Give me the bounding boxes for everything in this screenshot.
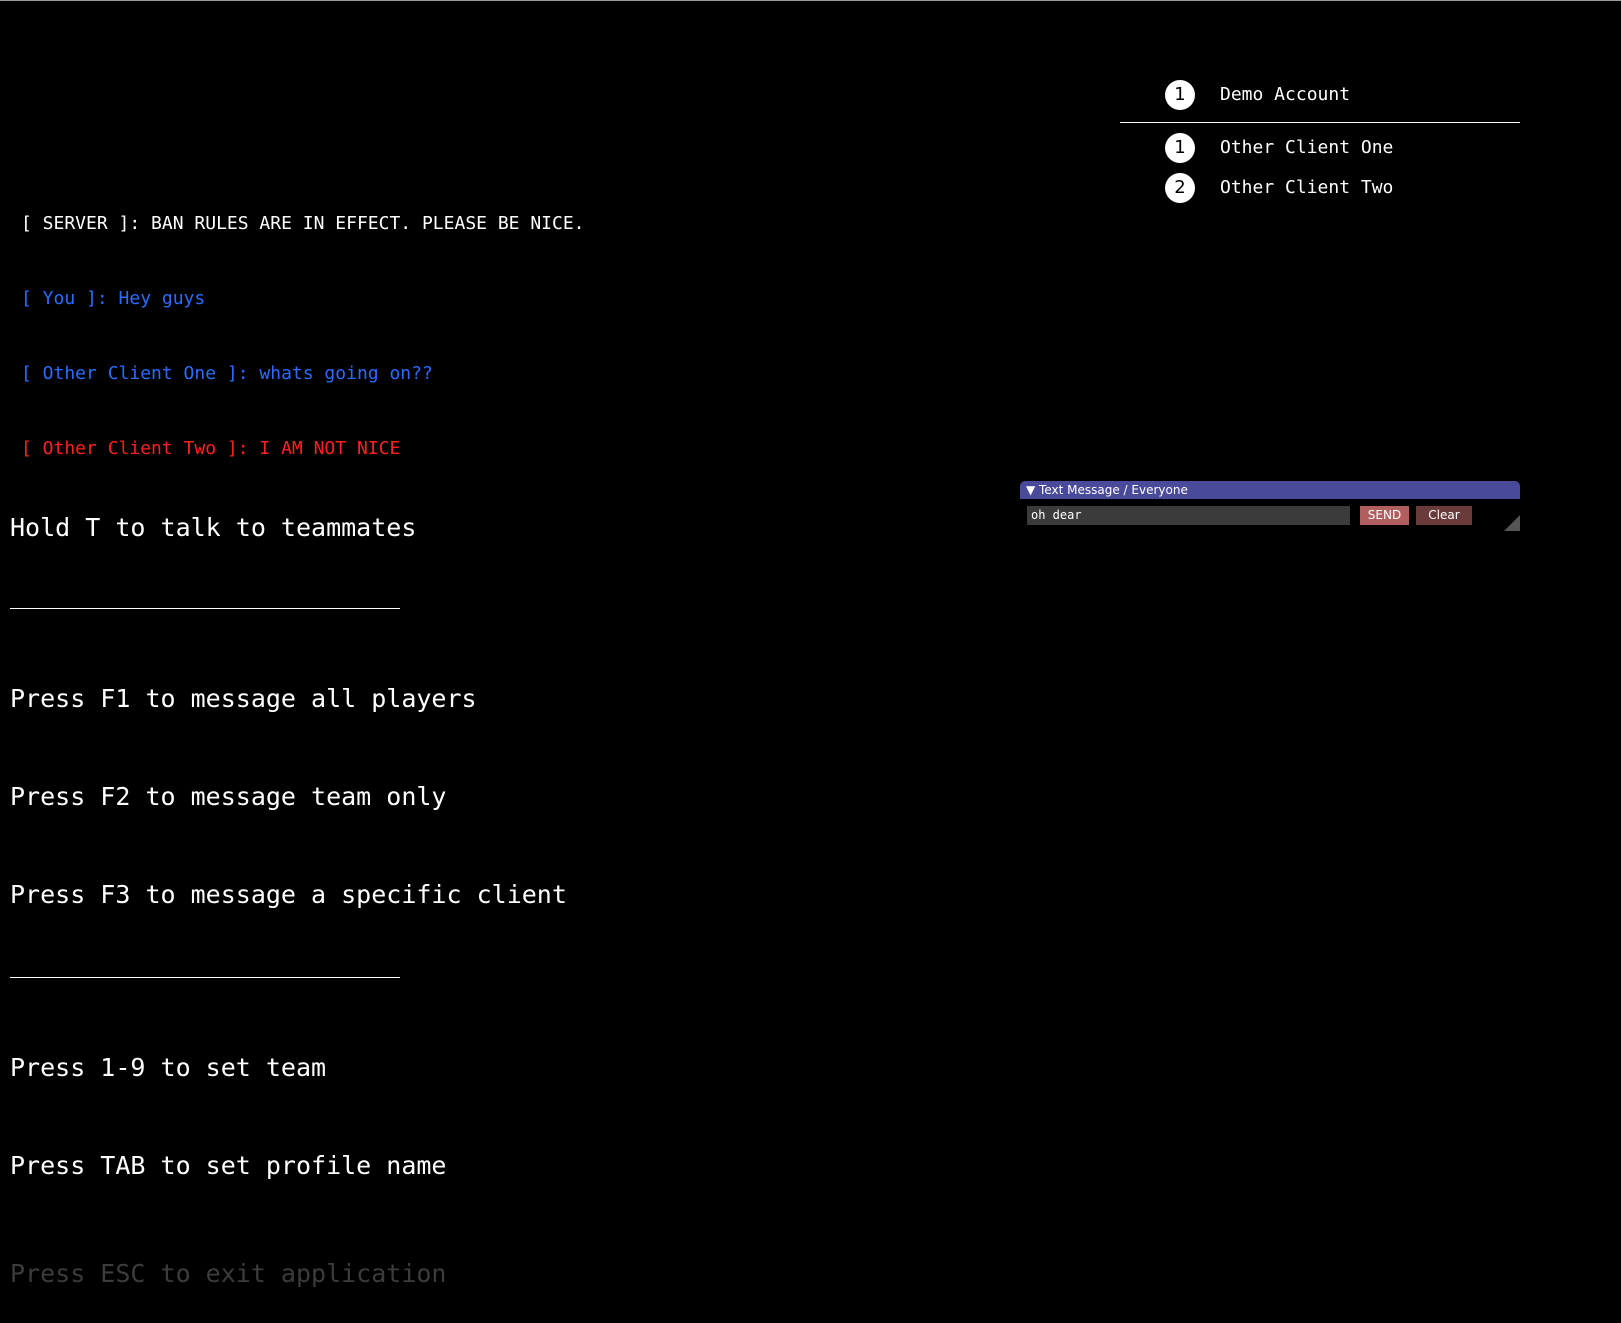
help-f2: Press F2 to message team only — [10, 782, 447, 811]
player-row: 2 Other Client Two — [1120, 173, 1520, 213]
help-divider — [10, 608, 400, 609]
message-input[interactable] — [1027, 506, 1350, 525]
team-badge: 1 — [1165, 133, 1195, 163]
player-name: Demo Account — [1220, 84, 1351, 105]
chat-message-other-client-one: [ Other Client One ]: whats going on?? — [21, 363, 433, 384]
team-badge: 1 — [1165, 80, 1195, 110]
help-f3: Press F3 to message a specific client — [10, 880, 567, 909]
resize-grip-icon[interactable] — [1504, 515, 1520, 531]
chat-message-server: [ SERVER ]: BAN RULES ARE IN EFFECT. PLE… — [21, 213, 585, 234]
player-name: Other Client Two — [1220, 177, 1394, 198]
text-message-titlebar[interactable]: ▼ Text Message / Everyone — [1020, 481, 1520, 499]
player-list-divider — [1120, 122, 1520, 123]
send-button[interactable]: SEND — [1360, 506, 1409, 525]
help-esc: Press ESC to exit application — [10, 1259, 447, 1288]
help-f1: Press F1 to message all players — [10, 684, 477, 713]
team-badge: 2 — [1165, 173, 1195, 203]
clear-button[interactable]: Clear — [1416, 506, 1472, 525]
text-message-window: ▼ Text Message / Everyone SEND Clear — [1020, 481, 1520, 531]
player-list: 1 Demo Account 1 Other Client One 2 Othe… — [1120, 80, 1520, 213]
chat-log: [ SERVER ]: BAN RULES ARE IN EFFECT. PLE… — [21, 161, 585, 486]
text-message-body: SEND Clear — [1020, 499, 1520, 531]
help-tab: Press TAB to set profile name — [10, 1151, 447, 1180]
help-team: Press 1-9 to set team — [10, 1053, 327, 1082]
chat-message-you: [ You ]: Hey guys — [21, 288, 206, 309]
help-talk: Hold T to talk to teammates — [10, 513, 417, 542]
controls-help: Hold T to talk to teammates Press F1 to … — [10, 452, 567, 1323]
player-row-self: 1 Demo Account — [1120, 80, 1520, 120]
player-row: 1 Other Client One — [1120, 133, 1520, 173]
player-name: Other Client One — [1220, 137, 1394, 158]
help-divider — [10, 977, 400, 978]
